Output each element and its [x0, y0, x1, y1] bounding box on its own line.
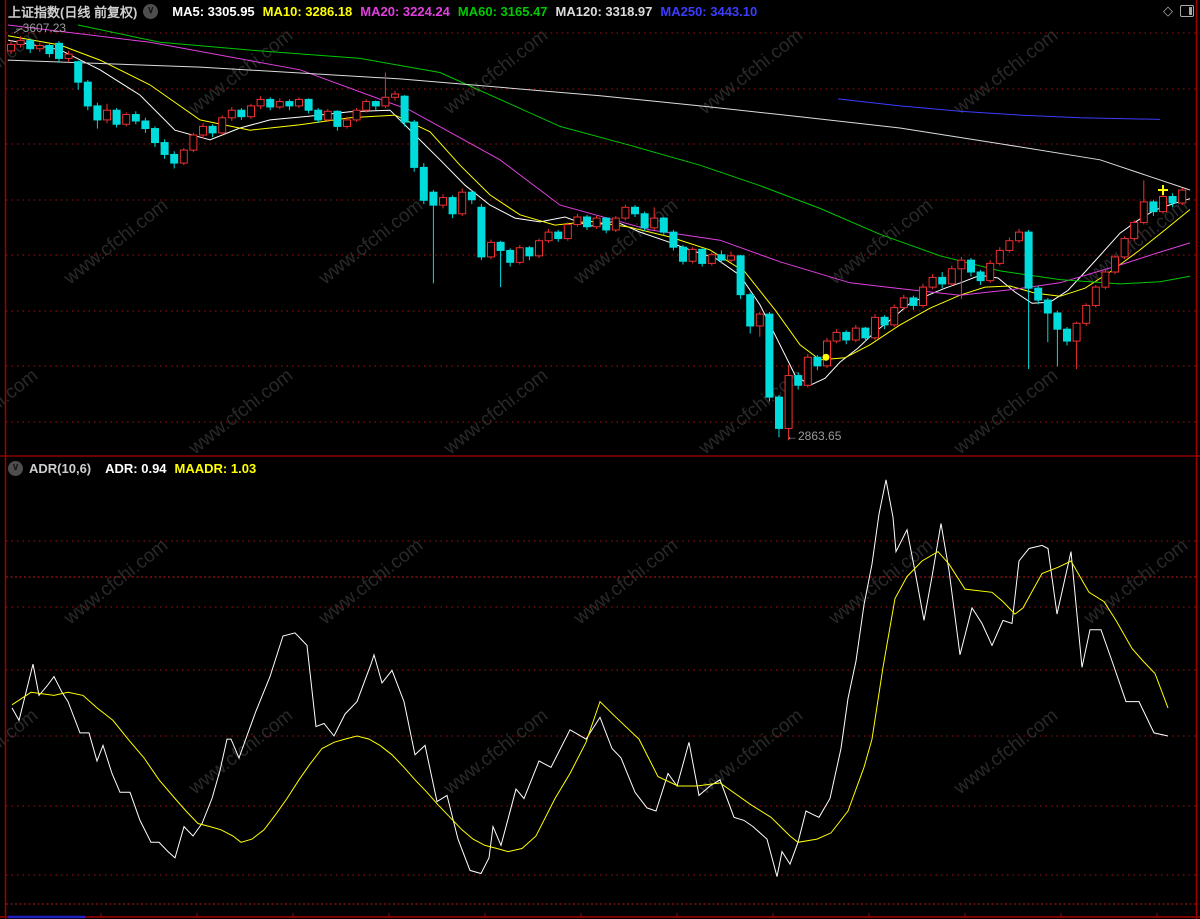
function nprefix(){return '';}-0: MA5: 3305.95: [172, 3, 255, 19]
svg-text:www.cfchi.com: www.cfchi.com: [439, 705, 552, 800]
function nprefix(){return '';}-5: MA250: 3443.10: [660, 3, 758, 19]
svg-text:www.cfchi.com: www.cfchi.com: [314, 195, 427, 290]
watermark-layer: www.cfchi.com www.cfchi.com www.cfchi.com w…: [0, 25, 1192, 800]
svg-text:www.cfchi.com: www.cfchi.com: [824, 195, 937, 290]
svg-text:www.cfchi.com: www.cfchi.com: [59, 535, 172, 630]
svg-text:www.cfchi.com: www.cfchi.com: [0, 705, 42, 800]
svg-text:www.cfchi.com: www.cfchi.com: [1079, 195, 1192, 290]
index-title: 上证指数(日线 前复权): [8, 4, 138, 20]
adr-values-row: ADR: 0.94 MAADR: 1.03: [97, 461, 256, 476]
adr-indicator-name: ADR(10,6): [29, 460, 92, 476]
svg-text:www.cfchi.com: www.cfchi.com: [314, 535, 427, 630]
svg-text:www.cfchi.com: www.cfchi.com: [1079, 535, 1192, 630]
svg-text:www.cfchi.com: www.cfchi.com: [439, 365, 552, 460]
svg-text:www.cfchi.com: www.cfchi.com: [569, 535, 682, 630]
top-right-toolbar: ◇: [1163, 4, 1194, 17]
high-price-label: –3607.23: [16, 21, 67, 35]
svg-text:www.cfchi.com: www.cfchi.com: [439, 25, 552, 120]
svg-text:www.cfchi.com: www.cfchi.com: [949, 25, 1062, 120]
diamond-icon[interactable]: ◇: [1163, 4, 1173, 17]
svg-text:www.cfchi.com: www.cfchi.com: [949, 705, 1062, 800]
collapse-panel-icon[interactable]: ∨: [143, 3, 159, 19]
svg-text:www.cfchi.com: www.cfchi.com: [0, 365, 42, 460]
candles-layer: [7, 36, 1187, 441]
function nprefix(){return '';}-1: MA10: 3286.18: [262, 3, 353, 19]
function nprefix(){return '';}-1: MAADR: 1.03: [174, 460, 257, 476]
svg-text:www.cfchi.com: www.cfchi.com: [949, 365, 1062, 460]
low-price-label: ←2863.65: [786, 429, 842, 443]
adr-panel-header: ∨ ADR(10,6) ADR: 0.94 MAADR: 1.03: [8, 459, 256, 477]
svg-text:www.cfchi.com: www.cfchi.com: [694, 25, 807, 120]
main-panel-header: 上证指数(日线 前复权) ∨ MA5: 3305.95 MA10: 3286.18…: [8, 2, 757, 20]
function nprefix(){return '';}-3: MA60: 3165.47: [457, 3, 548, 19]
svg-text:www.cfchi.com: www.cfchi.com: [59, 195, 172, 290]
ma-values-row: MA5: 3305.95 MA10: 3286.18 MA20: 3224.24 MA…: [164, 4, 757, 19]
function nprefix(){return '';}-2: MA20: 3224.24: [360, 3, 450, 19]
function nprefix(){return '';}-4: MA120: 3318.97: [555, 3, 653, 19]
stock-chart-app: www.cfchi.com www.cfchi.com www.cfchi.com w…: [0, 0, 1200, 919]
collapse-adr-panel-icon[interactable]: ∨: [8, 460, 23, 476]
adr-lines-layer: [11, 479, 1169, 877]
svg-text:www.cfchi.com: www.cfchi.com: [824, 535, 937, 630]
function nprefix(){return '';}-0: ADR: 0.94: [105, 460, 167, 476]
svg-text:www.cfchi.com: www.cfchi.com: [184, 365, 297, 460]
panel-window-icon[interactable]: [1180, 4, 1194, 17]
